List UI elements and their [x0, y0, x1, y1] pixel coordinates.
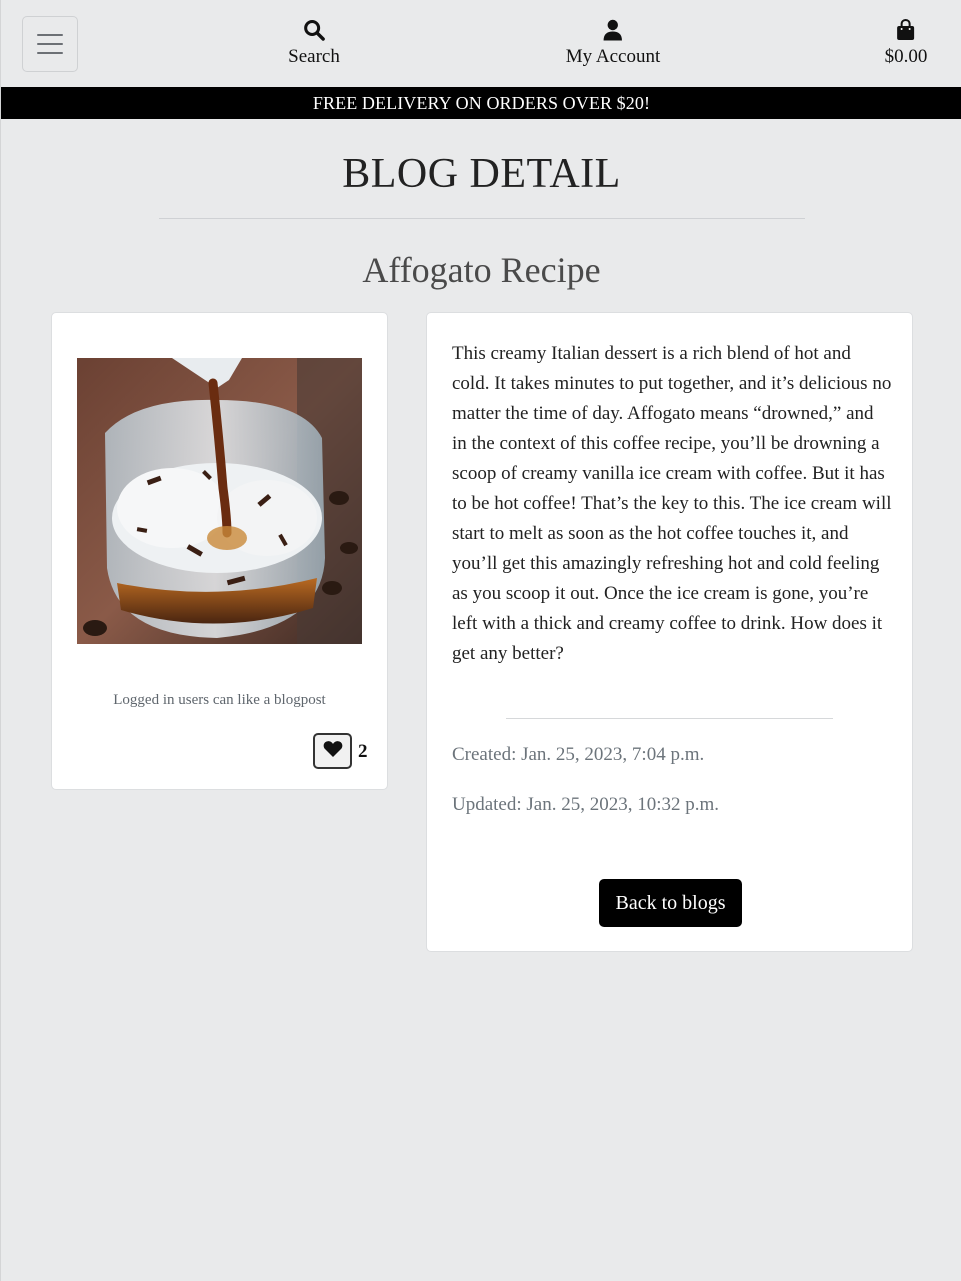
created-date: Created: Jan. 25, 2023, 7:04 p.m.	[452, 744, 705, 765]
post-image-card: Logged in users can like a blogpost 2	[51, 312, 388, 790]
hamburger-icon	[37, 34, 63, 36]
nav-bag-link[interactable]: $0.00	[884, 18, 928, 68]
post-body: This creamy Italian dessert is a rich bl…	[452, 343, 892, 664]
nav-search-label: Search	[288, 46, 340, 67]
nav-account-link[interactable]: My Account	[566, 18, 660, 68]
hamburger-icon-bar	[37, 52, 63, 54]
updated-date: Updated: Jan. 25, 2023, 10:32 p.m.	[452, 794, 720, 815]
shopping-bag-icon	[896, 18, 916, 42]
nav-account-label: My Account	[565, 46, 661, 67]
title-divider	[159, 218, 805, 219]
delivery-banner: FREE DELIVERY ON ORDERS OVER $20!	[1, 87, 961, 119]
post-content-card: This creamy Italian dessert is a rich bl…	[426, 312, 913, 952]
nav-search-link[interactable]: Search	[288, 18, 340, 68]
user-icon	[603, 18, 623, 42]
menu-toggle-button[interactable]	[22, 16, 78, 72]
search-icon	[303, 18, 325, 42]
hamburger-icon-bar	[37, 43, 63, 45]
back-to-blogs-button[interactable]: Back to blogs	[599, 879, 742, 927]
top-navbar: Search My Account $0.00	[1, 0, 961, 87]
like-button[interactable]	[313, 733, 352, 769]
like-count: 2	[358, 741, 368, 762]
heart-icon	[323, 740, 343, 763]
like-hint-text: Logged in users can like a blogpost	[113, 692, 326, 708]
post-title: Affogato Recipe	[362, 250, 601, 290]
page-title: BLOG DETAIL	[342, 151, 621, 197]
content-divider	[506, 718, 833, 719]
bag-total: $0.00	[884, 46, 928, 67]
post-image	[77, 358, 362, 644]
